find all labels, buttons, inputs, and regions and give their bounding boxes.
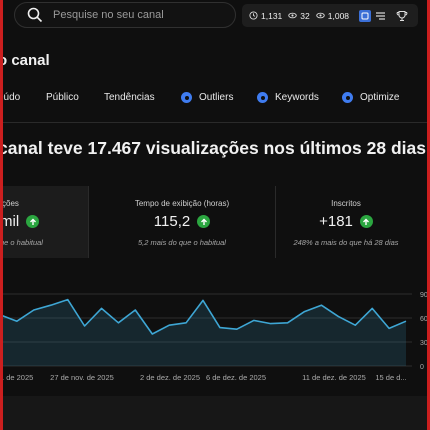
extension-icon — [342, 92, 353, 103]
y-tick-label: 0 — [420, 364, 424, 371]
tab-keywords[interactable]: Keywords — [257, 92, 319, 103]
metric-value-row: +181 — [276, 213, 416, 230]
tab-label: Outliers — [199, 92, 234, 103]
eye-icon — [288, 12, 298, 19]
extension-stat-value: 1,131 — [261, 10, 283, 21]
summary-headline: canal teve 17.467 visualizações nos últi… — [0, 138, 426, 158]
tab-bar: eúdo Público Tendências Outliers Keyword… — [0, 92, 430, 114]
search-box[interactable] — [14, 2, 236, 28]
top-bar: 1,131 32 1,008 — [0, 0, 430, 32]
extension-stat: 1,131 — [249, 11, 282, 21]
red-frame-left — [0, 0, 3, 430]
tab-label: Tendências — [104, 92, 155, 103]
tab-label: Optimize — [360, 92, 400, 103]
x-tick-label: 11 de dez. de 2025 — [302, 373, 366, 382]
metric-value-row: mil — [0, 213, 88, 230]
metric-comparison: ue o habitual — [0, 238, 43, 247]
arrow-up-icon — [197, 215, 211, 228]
search-input[interactable] — [53, 9, 223, 21]
eye-icon — [316, 12, 325, 19]
extension-stat: 32 — [288, 10, 310, 21]
metric-label: ções — [2, 199, 19, 208]
tab-audience[interactable]: Público — [46, 92, 79, 103]
extension-icon — [257, 92, 268, 103]
extension-stat-value: 1,008 — [327, 10, 350, 21]
views-chart: 9006003000 ov. de 202527 de nov. de 2025… — [0, 292, 430, 382]
x-tick-label: 6 de dez. de 2025 — [206, 373, 266, 382]
tab-trends[interactable]: Tendências — [104, 92, 155, 103]
tab-label: Keywords — [275, 92, 319, 103]
metric-value: +181 — [319, 213, 353, 230]
x-tick-label: ov. de 2025 — [0, 373, 33, 382]
metric-label: Inscritos — [331, 199, 361, 208]
metric-cards: ções mil ue o habitual Tempo de exibição… — [0, 186, 416, 258]
metric-comparison: 248% a mais do que há 28 dias — [293, 238, 399, 247]
metric-label: Tempo de exibição (horas) — [134, 199, 230, 208]
extension-stat-value: 32 — [300, 10, 310, 21]
x-tick-label: 27 de nov. de 2025 — [50, 373, 114, 382]
x-tick-label: 15 de d... — [375, 373, 406, 382]
metric-card-views[interactable]: ções mil ue o habitual — [0, 186, 88, 258]
tabs-divider — [0, 122, 430, 123]
metric-value-row: 115,2 — [89, 213, 275, 230]
tab-outliers[interactable]: Outliers — [181, 92, 233, 103]
clock-icon — [249, 11, 258, 20]
tab-content[interactable]: eúdo — [0, 92, 20, 103]
trophy-icon[interactable] — [396, 10, 408, 22]
metric-value: 115,2 — [153, 213, 191, 230]
chart-footer — [0, 396, 430, 430]
extension-stat: 1,008 — [316, 11, 349, 21]
arrow-up-icon — [359, 215, 373, 228]
arrow-up-icon — [26, 215, 40, 228]
chart-area — [0, 299, 406, 366]
x-tick-label: 2 de dez. de 2025 — [140, 373, 200, 382]
metric-card-subscribers[interactable]: Inscritos +181 248% a mais do que há 28 … — [276, 186, 416, 258]
extension-logo-icon[interactable] — [359, 9, 372, 22]
tab-label: Público — [46, 92, 79, 103]
metric-comparison: 5,2 mais do que o habitual — [138, 238, 226, 247]
page-title: o canal — [0, 52, 50, 69]
tab-label: eúdo — [0, 92, 21, 103]
extension-toolbar: 1,131 32 1,008 — [242, 4, 418, 27]
search-icon — [27, 7, 43, 23]
extension-icon — [181, 92, 192, 103]
metric-card-watch-time[interactable]: Tempo de exibição (horas) 115,2 5,2 mais… — [89, 186, 275, 258]
menu-icon[interactable] — [375, 11, 386, 21]
tab-optimize[interactable]: Optimize — [342, 92, 399, 103]
